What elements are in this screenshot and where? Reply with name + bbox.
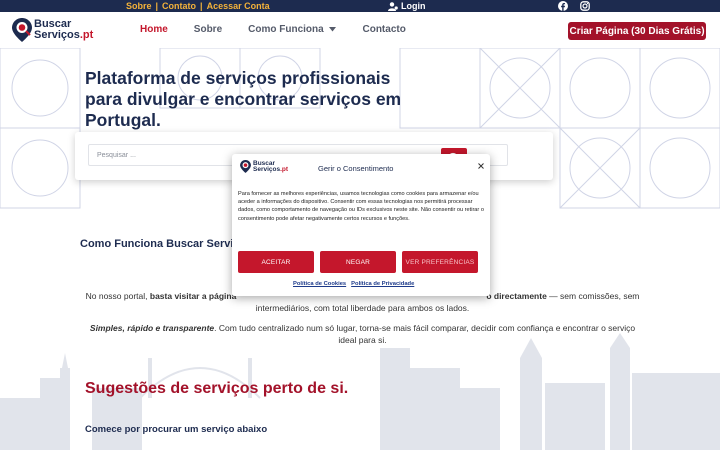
- how-it-works-title: Como Funciona Buscar Servi: [80, 238, 234, 250]
- consent-logo: Buscar Serviços.pt: [240, 160, 288, 173]
- policy-links: Política de Cookies Política de Privacid…: [293, 281, 414, 287]
- create-page-button[interactable]: Criar Página (30 Dias Grátis): [568, 22, 706, 40]
- close-icon[interactable]: [478, 162, 484, 171]
- map-pin-logo-icon: [12, 18, 32, 42]
- top-link-contato[interactable]: Contato: [162, 1, 196, 11]
- consent-logo-text: Buscar Serviços.pt: [253, 159, 289, 173]
- view-preferences-button[interactable]: VER PREFERÊNCIAS: [402, 251, 478, 273]
- top-links: Sobre | Contato | Acessar Conta: [126, 0, 270, 12]
- facebook-icon[interactable]: [558, 0, 568, 12]
- chevron-down-icon: [329, 27, 337, 32]
- consent-modal: Buscar Serviços.pt Gerir o Consentimento…: [232, 154, 490, 296]
- logo-text: Buscar Serviços.pt: [34, 19, 93, 41]
- main-header: Buscar Serviços.pt Home Sobre Como Funci…: [0, 12, 720, 48]
- nav-sobre[interactable]: Sobre: [194, 24, 222, 35]
- top-bar: Sobre | Contato | Acessar Conta Login: [0, 0, 720, 12]
- top-link-sobre[interactable]: Sobre: [126, 1, 152, 11]
- accept-button[interactable]: ACEITAR: [238, 251, 314, 273]
- consent-title: Gerir o Consentimento: [318, 164, 394, 173]
- consent-text: Para fornecer as melhores experiências, …: [238, 191, 484, 222]
- privacy-policy-link[interactable]: Política de Privacidade: [351, 281, 414, 287]
- instagram-icon[interactable]: [580, 0, 590, 12]
- hero-title: Plataforma de serviços profissionais par…: [85, 68, 402, 130]
- user-icon: [388, 1, 398, 11]
- nav-como-funciona-label: Como Funciona: [248, 24, 324, 35]
- separator: |: [155, 1, 159, 11]
- top-link-acessar-conta[interactable]: Acessar Conta: [207, 1, 270, 11]
- logo-line2: Serviços.pt: [34, 29, 94, 41]
- separator: |: [200, 1, 203, 11]
- login-link[interactable]: Login: [388, 0, 426, 12]
- map-pin-logo-icon: [240, 160, 251, 173]
- nav-como-funciona[interactable]: Como Funciona: [248, 24, 337, 35]
- main-nav: Home Sobre Como Funciona Contacto: [140, 24, 406, 35]
- consent-buttons: ACEITAR NEGAR VER PREFERÊNCIAS: [238, 251, 478, 273]
- suggestions-title: Sugestões de serviços perto de si.: [85, 380, 349, 397]
- cookie-policy-link[interactable]: Política de Cookies: [293, 281, 346, 287]
- nav-contacto[interactable]: Contacto: [362, 24, 405, 35]
- deny-button[interactable]: NEGAR: [320, 251, 396, 273]
- benefit-paragraph: Simples, rápido e transparente. Com tudo…: [89, 323, 636, 345]
- login-label: Login: [401, 1, 426, 11]
- suggestions-subtitle: Comece por procurar um serviço abaixo: [85, 424, 268, 435]
- site-logo[interactable]: Buscar Serviços.pt: [12, 18, 93, 42]
- nav-home[interactable]: Home: [140, 24, 168, 35]
